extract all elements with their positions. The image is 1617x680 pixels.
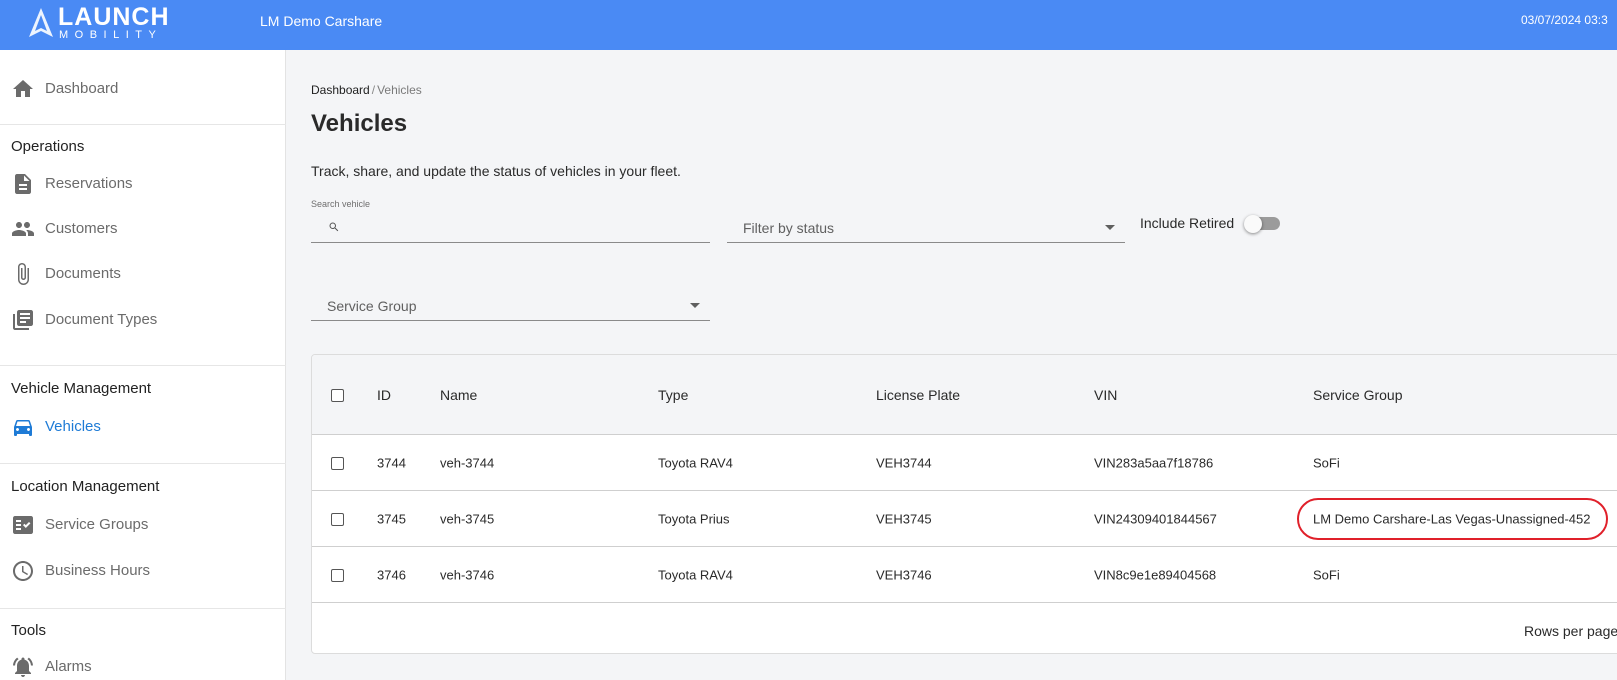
paperclip-icon <box>18 263 29 285</box>
sidebar-item-label: Customers <box>45 220 118 237</box>
alarm-icon <box>13 657 33 677</box>
cell-name: veh-3746 <box>440 567 495 582</box>
chevron-down-icon <box>690 303 700 308</box>
sidebar-item-document-types[interactable]: Document Types <box>0 300 286 340</box>
breadcrumb: Dashboard / Vehicles <box>311 83 422 97</box>
row-checkbox[interactable] <box>331 456 344 470</box>
breadcrumb-separator: / <box>371 83 376 97</box>
breadcrumb-dashboard-link[interactable]: Dashboard <box>311 83 370 97</box>
row-checkbox[interactable] <box>331 568 344 582</box>
sidebar-item-customers[interactable]: Customers <box>0 209 286 249</box>
column-header-type[interactable]: Type <box>658 387 688 403</box>
cell-vin: VIN24309401844567 <box>1094 511 1217 526</box>
cell-license-plate: VEH3744 <box>876 455 932 470</box>
top-bar: LAUNCH MOBILITY LM Demo Carshare 03/07/2… <box>0 0 1617 50</box>
include-retired-toggle[interactable] <box>1244 215 1282 233</box>
select-all-checkbox[interactable] <box>331 388 344 402</box>
column-header-license-plate[interactable]: License Plate <box>876 387 960 403</box>
page-description: Track, share, and update the status of v… <box>311 163 681 179</box>
sidebar-item-reservations[interactable]: Reservations <box>0 164 286 204</box>
filter-by-status-select[interactable]: Filter by status <box>727 212 1125 243</box>
sidebar-divider <box>0 463 286 464</box>
sidebar: Dashboard Operations Reservations Custom… <box>0 50 286 680</box>
sidebar-item-label: Documents <box>45 265 121 282</box>
page-title: Vehicles <box>311 110 408 137</box>
people-icon <box>12 222 34 236</box>
table-row[interactable]: 3744 veh-3744 Toyota RAV4 VEH3744 VIN283… <box>312 435 1617 491</box>
clock-icon <box>13 561 33 581</box>
sidebar-divider <box>0 124 286 125</box>
rows-per-page-label: Rows per page <box>1524 623 1617 639</box>
sidebar-item-label: Document Types <box>45 311 158 328</box>
current-datetime: 03/07/2024 03:3 <box>1521 13 1608 27</box>
vehicles-table: ID Name Type License Plate VIN Service G… <box>311 354 1617 654</box>
sidebar-item-vehicles[interactable]: Vehicles <box>0 407 286 447</box>
breadcrumb-current: Vehicles <box>377 83 422 97</box>
column-header-vin[interactable]: VIN <box>1094 387 1117 403</box>
cell-name: veh-3745 <box>440 511 495 526</box>
filter-by-status-placeholder: Filter by status <box>743 220 835 236</box>
section-title-location-management: Location Management <box>11 478 160 495</box>
app-name: LM Demo Carshare <box>260 13 383 29</box>
sidebar-item-documents[interactable]: Documents <box>0 254 286 294</box>
include-retired-label: Include Retired <box>1140 215 1235 231</box>
checklist-icon <box>13 516 33 534</box>
cell-license-plate: VEH3745 <box>876 511 932 526</box>
table-row[interactable]: 3746 veh-3746 Toyota RAV4 VEH3746 VIN8c9… <box>312 547 1617 603</box>
rocket-logo-icon <box>29 8 53 37</box>
car-icon <box>14 420 32 436</box>
chevron-down-icon <box>1105 225 1115 230</box>
sidebar-item-label: Business Hours <box>45 562 151 579</box>
sidebar-item-alarms[interactable]: Alarms <box>0 647 286 680</box>
sidebar-item-business-hours[interactable]: Business Hours <box>0 551 286 591</box>
section-title-tools: Tools <box>11 622 47 639</box>
sidebar-divider <box>0 608 286 609</box>
logo-subword: MOBILITY <box>59 29 163 41</box>
sidebar-item-label: Alarms <box>45 658 92 675</box>
launch-mobility-logo[interactable]: LAUNCH MOBILITY <box>26 3 176 45</box>
cell-name: veh-3744 <box>440 455 495 470</box>
cell-id: 3746 <box>377 567 406 582</box>
cell-id: 3744 <box>377 455 406 470</box>
section-title-vehicle-management: Vehicle Management <box>11 380 152 397</box>
sidebar-item-label: Service Groups <box>45 516 149 533</box>
cell-license-plate: VEH3746 <box>876 567 932 582</box>
column-header-id[interactable]: ID <box>377 387 391 403</box>
sidebar-item-dashboard[interactable]: Dashboard <box>0 69 286 109</box>
sidebar-item-service-groups[interactable]: Service Groups <box>0 505 286 545</box>
service-group-placeholder: Service Group <box>327 298 417 314</box>
cell-vin: VIN283a5aa7f18786 <box>1094 455 1214 470</box>
table-header: ID Name Type License Plate VIN Service G… <box>312 355 1617 435</box>
section-title-operations: Operations <box>11 138 85 155</box>
search-vehicle-field[interactable] <box>311 212 710 243</box>
document-icon <box>15 174 31 194</box>
service-group-select[interactable]: Service Group <box>311 290 710 321</box>
cell-type: Toyota RAV4 <box>658 455 733 470</box>
table-row[interactable]: 3745 veh-3745 Toyota Prius VEH3745 VIN24… <box>312 491 1617 547</box>
library-icon <box>13 310 33 330</box>
column-header-name[interactable]: Name <box>440 387 477 403</box>
cell-type: Toyota RAV4 <box>658 567 733 582</box>
search-icon <box>329 222 339 232</box>
logo-word: LAUNCH <box>58 3 170 31</box>
sidebar-divider <box>0 365 286 366</box>
search-vehicle-input[interactable] <box>347 216 697 238</box>
cell-service-group: SoFi <box>1313 455 1340 470</box>
row-checkbox[interactable] <box>331 512 344 526</box>
sidebar-item-label: Dashboard <box>45 80 119 97</box>
column-header-service-group[interactable]: Service Group <box>1313 387 1402 403</box>
cell-type: Toyota Prius <box>658 511 730 526</box>
search-vehicle-label: Search vehicle <box>311 199 371 209</box>
cell-service-group: SoFi <box>1313 567 1340 582</box>
cell-vin: VIN8c9e1e89404568 <box>1094 567 1217 582</box>
highlight-ring <box>1297 498 1608 540</box>
sidebar-item-label: Vehicles <box>45 418 101 435</box>
sidebar-item-label: Reservations <box>45 175 133 192</box>
cell-id: 3745 <box>377 511 406 526</box>
toggle-thumb <box>1244 215 1262 233</box>
home-icon <box>13 80 33 97</box>
